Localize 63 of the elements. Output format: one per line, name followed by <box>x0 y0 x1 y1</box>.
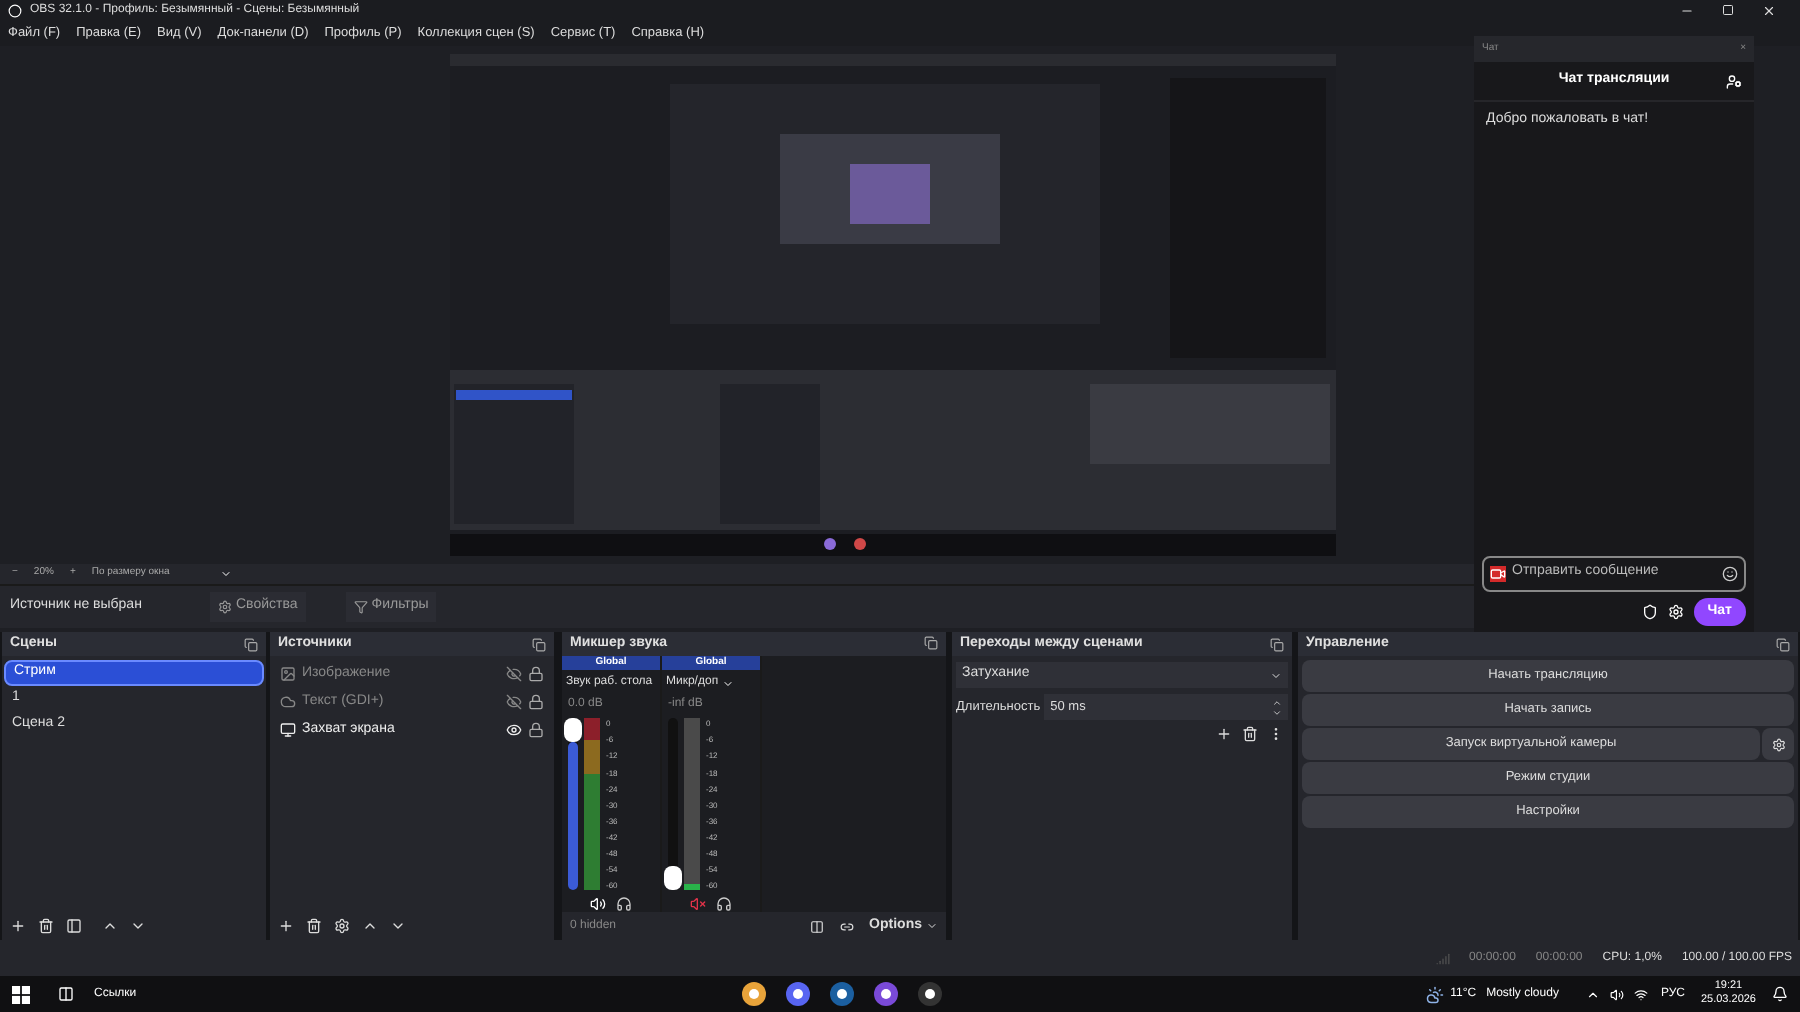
emoji-icon[interactable] <box>1722 565 1738 581</box>
minimize-icon[interactable] <box>1680 4 1694 18</box>
app-icon[interactable] <box>741 982 766 1006</box>
shield-icon[interactable] <box>1641 603 1658 620</box>
maximize-icon[interactable] <box>1722 4 1734 16</box>
speaker-icon[interactable] <box>590 896 606 913</box>
tray-expand-icon[interactable] <box>1586 987 1601 1001</box>
float-dock-icon[interactable] <box>532 637 546 651</box>
trash-icon[interactable] <box>306 918 322 934</box>
move-down-icon[interactable] <box>390 918 406 934</box>
image-icon <box>280 666 296 682</box>
caret-icon <box>926 920 938 933</box>
notification-icon[interactable] <box>1772 986 1788 1002</box>
task-view-icon[interactable] <box>58 986 74 1002</box>
close-icon[interactable] <box>1762 4 1776 18</box>
weather-icon[interactable] <box>1426 985 1445 1003</box>
panel-icon[interactable] <box>66 918 82 934</box>
headphones-icon[interactable] <box>616 896 632 913</box>
decrement-icon[interactable] <box>1272 707 1282 717</box>
move-up-icon[interactable] <box>102 918 118 934</box>
monitor-icon <box>280 722 296 738</box>
settings-icon[interactable] <box>334 918 350 934</box>
app-icon[interactable] <box>873 982 898 1006</box>
headphones-icon[interactable] <box>716 896 732 913</box>
cloud-icon <box>280 694 296 710</box>
gear-icon <box>1771 737 1785 751</box>
user-settings-icon[interactable] <box>1726 73 1742 89</box>
dropdown-icon[interactable] <box>219 568 232 580</box>
add-icon[interactable] <box>278 918 294 934</box>
lock-icon[interactable] <box>528 722 544 738</box>
eye-icon[interactable] <box>506 722 522 738</box>
link-icon[interactable] <box>839 919 854 934</box>
trash-icon[interactable] <box>1242 726 1258 742</box>
filter-icon <box>353 600 368 614</box>
app-icon[interactable] <box>785 982 810 1006</box>
fader-handle[interactable] <box>664 866 682 891</box>
fader-handle[interactable] <box>564 718 582 743</box>
add-icon[interactable] <box>10 918 26 934</box>
move-up-icon[interactable] <box>362 918 378 934</box>
increment-icon[interactable] <box>1272 697 1282 707</box>
gear-icon <box>218 600 232 614</box>
app-icon[interactable] <box>829 982 854 1006</box>
float-dock-icon[interactable] <box>1776 637 1790 651</box>
trash-icon[interactable] <box>38 918 54 934</box>
hidden-eye-icon[interactable] <box>506 694 522 710</box>
speaker-icon[interactable] <box>1610 987 1625 1001</box>
float-dock-icon[interactable] <box>244 637 258 651</box>
dropdown-icon[interactable] <box>722 677 735 690</box>
app-icon[interactable] <box>917 982 942 1006</box>
camera-icon[interactable] <box>1490 565 1506 581</box>
settings-button[interactable] <box>1762 728 1794 760</box>
float-dock-icon[interactable] <box>924 636 938 651</box>
network-icon[interactable] <box>1634 987 1649 1001</box>
lock-icon[interactable] <box>528 694 544 710</box>
move-down-icon[interactable] <box>130 918 146 934</box>
float-dock-icon[interactable] <box>1270 637 1284 651</box>
dropdown-icon <box>1270 669 1282 681</box>
hidden-eye-icon[interactable] <box>506 666 522 682</box>
layout-icon[interactable] <box>809 919 824 934</box>
muted-speaker-icon[interactable] <box>690 896 706 913</box>
add-icon[interactable] <box>1216 726 1232 742</box>
windows-logo-icon[interactable] <box>12 985 30 1003</box>
lock-icon[interactable] <box>528 666 544 682</box>
